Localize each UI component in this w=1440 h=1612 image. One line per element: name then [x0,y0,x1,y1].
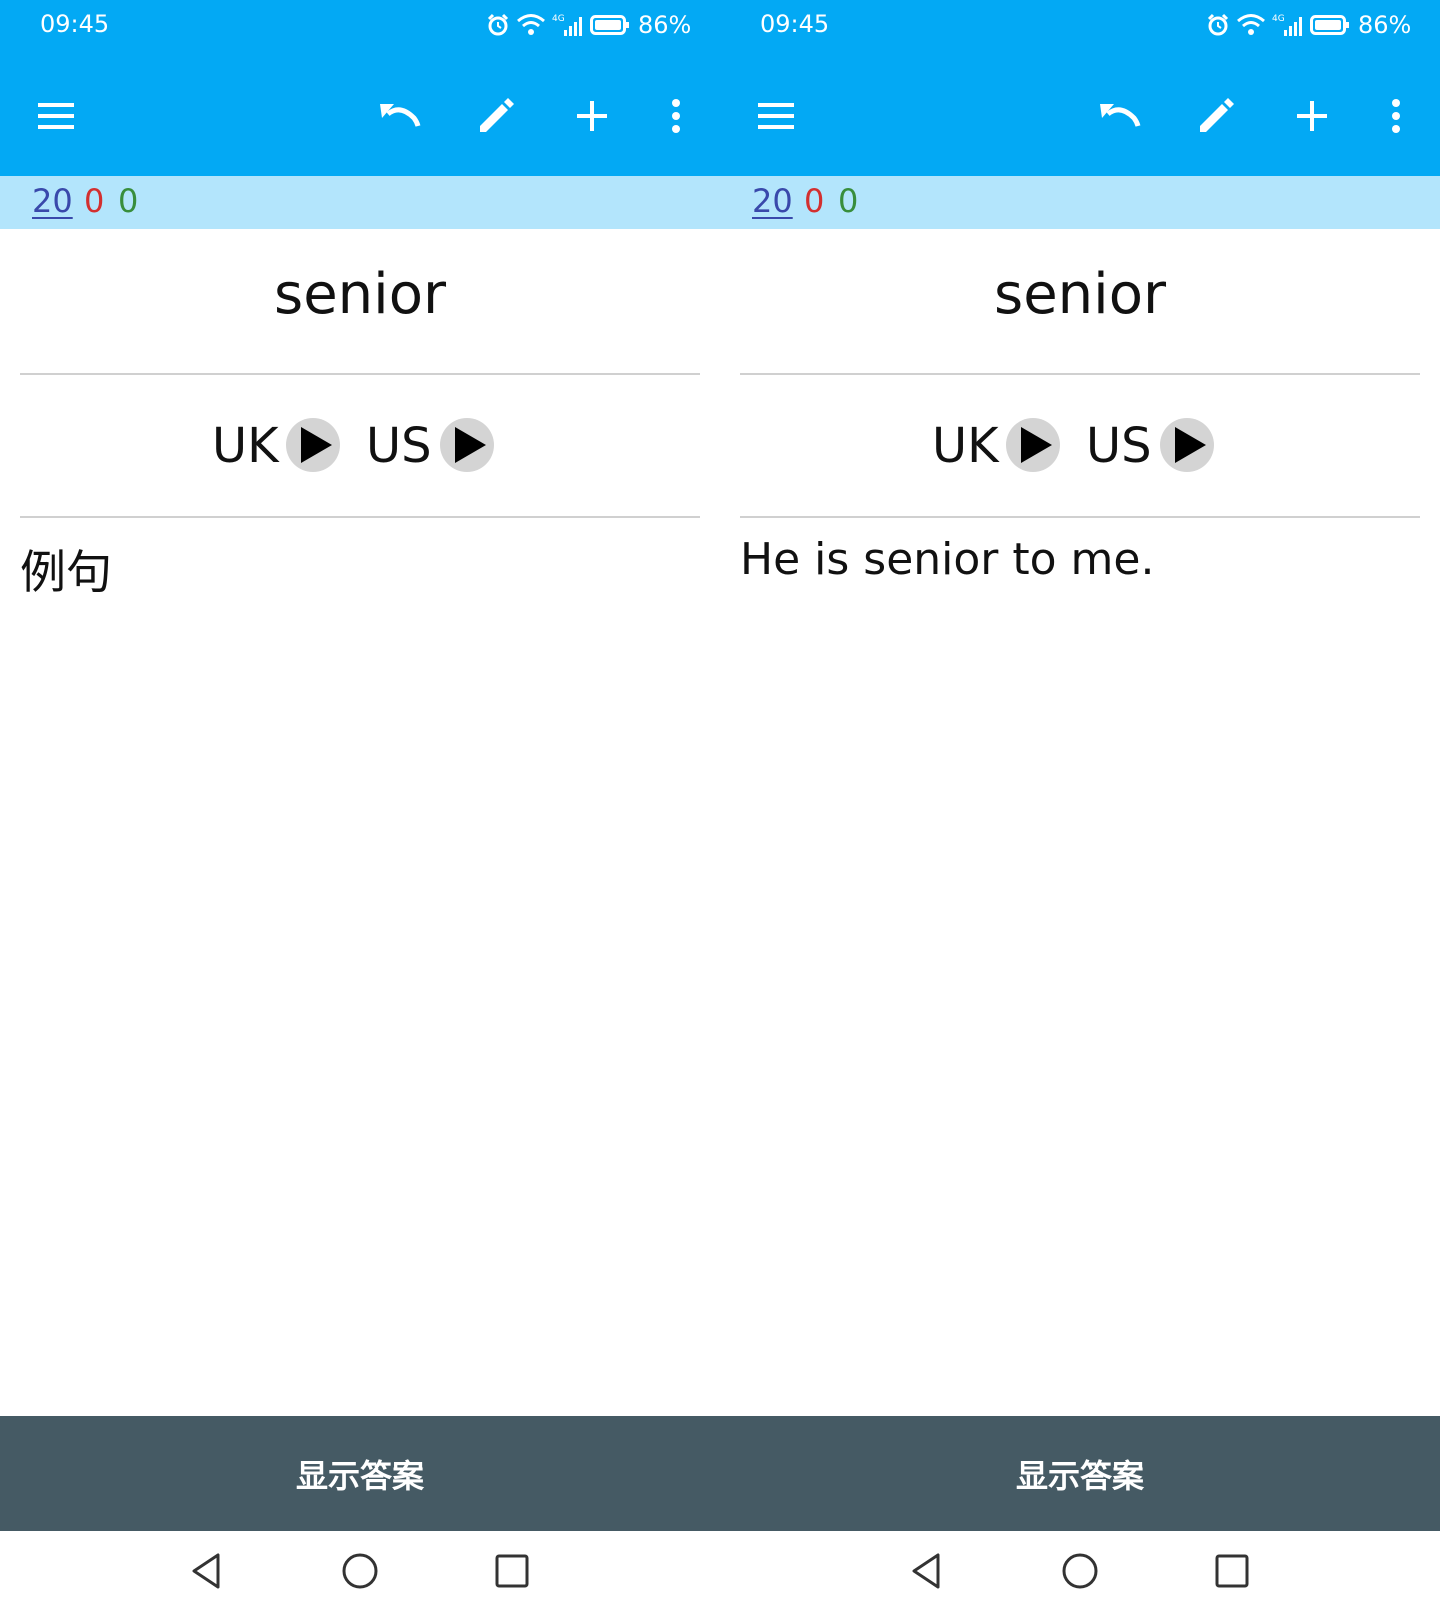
us-label: US [366,418,432,474]
learning-count: 0 [84,182,105,220]
flashcard-screen-back: 09:45 4G 86% 20 0 0 senior UK US He is s… [720,0,1440,1612]
system-nav-bar [720,1531,1440,1612]
alarm-icon [487,13,509,36]
status-icons: 4G 86% [1206,10,1411,40]
undo-icon [1100,104,1141,127]
status-icons: 4G 86% [486,10,691,40]
signal-4g-icon: 4G [552,14,582,36]
nav-recents-button[interactable] [1204,1543,1260,1599]
card-count-bar: 20 0 0 [720,176,1440,229]
review-count: 0 [838,182,859,220]
nav-back-button[interactable] [178,1543,234,1599]
battery-percent: 86% [1358,11,1412,39]
menu-icon [758,103,794,129]
edit-button[interactable] [1186,86,1246,146]
menu-button[interactable] [746,86,806,146]
menu-button[interactable] [26,86,86,146]
pronunciation-row: UK US [0,416,720,476]
app-bar: 09:45 4G 86% [0,0,720,176]
wifi-icon [517,14,545,35]
flashcard-screen-front: 09:45 4G 86% 20 0 0 senior UK US 例句 显示答案 [0,0,720,1612]
add-button[interactable] [562,86,622,146]
wifi-icon [1237,14,1265,35]
more-options-button[interactable] [646,86,706,146]
add-button[interactable] [1282,86,1342,146]
card-word: senior [994,262,1166,327]
more-vert-icon [1392,99,1400,133]
undo-icon [380,104,421,127]
divider [740,516,1420,518]
more-options-button[interactable] [1366,86,1426,146]
example-sentence: He is senior to me. [740,534,1155,585]
add-icon [1297,101,1327,131]
card-count-bar: 20 0 0 [0,176,720,229]
recents-icon [1215,1554,1249,1588]
status-time: 09:45 [40,10,110,38]
play-uk-button[interactable] [286,418,340,472]
back-icon [912,1553,940,1589]
uk-label: UK [212,418,279,474]
more-vert-icon [672,99,680,133]
new-count[interactable]: 20 [32,182,73,220]
alarm-icon [1207,13,1229,36]
svg-text:4G: 4G [552,14,565,24]
nav-recents-button[interactable] [484,1543,540,1599]
card-word: senior [274,262,446,327]
nav-back-button[interactable] [898,1543,954,1599]
learning-count: 0 [804,182,825,220]
menu-icon [38,103,74,129]
play-icon [455,427,486,463]
edit-pencil-icon [480,98,514,132]
play-icon [1021,427,1052,463]
battery-icon [1310,15,1349,35]
example-sentence: 例句 [20,545,112,599]
play-icon [1175,427,1206,463]
show-answer-label: 显示答案 [295,1456,424,1495]
play-us-button[interactable] [1160,418,1214,472]
play-icon [301,427,332,463]
show-answer-label: 显示答案 [1015,1456,1144,1495]
new-count[interactable]: 20 [752,182,793,220]
edit-button[interactable] [466,86,526,146]
us-label: US [1086,418,1152,474]
battery-percent: 86% [638,11,692,39]
play-uk-button[interactable] [1006,418,1060,472]
show-answer-button[interactable]: 显示答案 [0,1416,720,1531]
svg-text:4G: 4G [1272,14,1285,24]
nav-home-button[interactable] [1052,1543,1108,1599]
status-time: 09:45 [760,10,830,38]
add-icon [577,101,607,131]
play-us-button[interactable] [440,418,494,472]
app-bar: 09:45 4G 86% [720,0,1440,176]
edit-pencil-icon [1200,98,1234,132]
review-count: 0 [118,182,139,220]
system-nav-bar [0,1531,720,1612]
divider [740,373,1420,375]
signal-4g-icon: 4G [1272,14,1302,36]
show-answer-button[interactable]: 显示答案 [720,1416,1440,1531]
undo-button[interactable] [370,86,430,146]
home-icon [342,1553,378,1589]
uk-label: UK [932,418,999,474]
back-icon [192,1553,220,1589]
undo-button[interactable] [1090,86,1150,146]
screenshot-composite: 09:45 4G 86% 20 0 0 senior UK US 例句 显示答案… [0,0,1440,1612]
battery-icon [590,15,629,35]
divider [20,373,700,375]
home-icon [1062,1553,1098,1589]
recents-icon [495,1554,529,1588]
nav-home-button[interactable] [332,1543,388,1599]
pronunciation-row: UK US [720,416,1440,476]
divider [20,516,700,518]
